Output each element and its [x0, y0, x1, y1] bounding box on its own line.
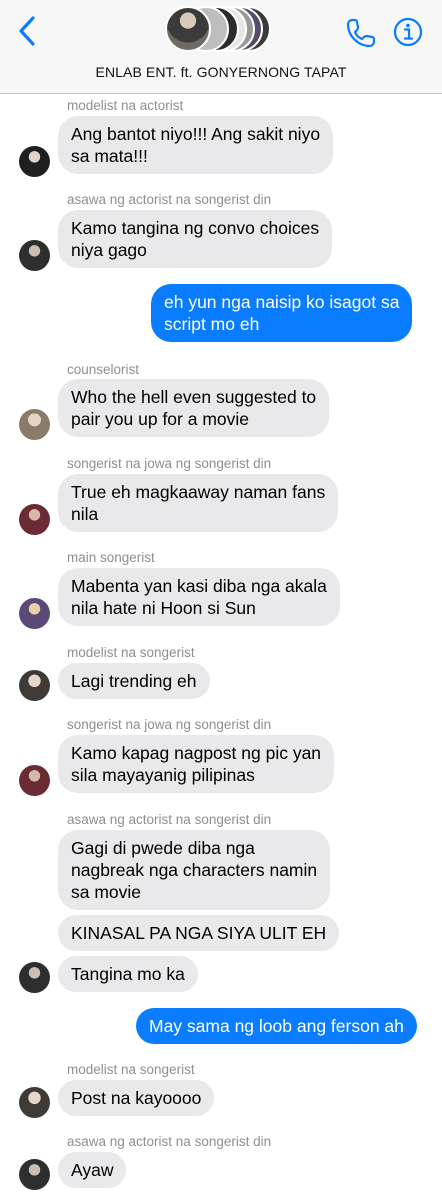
- group-avatar: [165, 6, 211, 52]
- sender-avatar[interactable]: [19, 670, 50, 701]
- incoming-message-bubble[interactable]: Who the hell even suggested to pair you …: [58, 379, 330, 437]
- sender-name: main songerist: [67, 550, 155, 565]
- sender-avatar[interactable]: [19, 962, 50, 993]
- group-avatar-stack[interactable]: [165, 6, 285, 54]
- sender-avatar[interactable]: [19, 765, 50, 796]
- sender-avatar[interactable]: [19, 1159, 50, 1190]
- incoming-message-bubble[interactable]: Ang bantot niyo!!! Ang sakit niyo sa mat…: [58, 116, 334, 174]
- outgoing-message-bubble[interactable]: May sama ng loob ang ferson ah: [136, 1008, 417, 1044]
- sender-avatar[interactable]: [19, 240, 50, 271]
- conversation-header: ENLAB ENT. ft. GONYERNONG TAPAT: [0, 0, 442, 94]
- sender-name: songerist na jowa ng songerist din: [67, 456, 272, 471]
- sender-avatar[interactable]: [19, 146, 50, 177]
- sender-avatar[interactable]: [19, 598, 50, 629]
- sender-name: modelist na songerist: [67, 1062, 195, 1077]
- sender-avatar[interactable]: [19, 504, 50, 535]
- phone-icon[interactable]: [344, 16, 378, 50]
- sender-name: asawa ng actorist na songerist din: [67, 192, 272, 207]
- incoming-message-bubble[interactable]: Kamo kapag nagpost ng pic yan sila mayay…: [58, 735, 335, 793]
- sender-name: asawa ng actorist na songerist din: [67, 812, 272, 827]
- sender-name: songerist na jowa ng songerist din: [67, 717, 272, 732]
- sender-name: counselorist: [67, 362, 140, 377]
- incoming-message-bubble[interactable]: Lagi trending eh: [58, 663, 210, 699]
- chevron-left-icon[interactable]: [14, 14, 40, 48]
- sender-name: asawa ng actorist na songerist din: [67, 1134, 272, 1149]
- sender-avatar[interactable]: [19, 1087, 50, 1118]
- sender-name: modelist na actorist: [67, 98, 184, 113]
- incoming-message-bubble[interactable]: Ayaw: [58, 1152, 127, 1188]
- incoming-message-bubble[interactable]: Mabenta yan kasi diba nga akala nila hat…: [58, 568, 340, 626]
- outgoing-message-bubble[interactable]: eh yun nga naisip ko isagot sa script mo…: [151, 284, 413, 342]
- message-list[interactable]: modelist na actorist Ang bantot niyo!!! …: [0, 94, 442, 1200]
- incoming-message-bubble[interactable]: Kamo tangina ng convo choices niya gago: [58, 210, 333, 268]
- incoming-message-bubble[interactable]: KINASAL PA NGA SIYA ULIT EH: [58, 915, 340, 951]
- sender-name: modelist na songerist: [67, 645, 195, 660]
- sender-avatar[interactable]: [19, 409, 50, 440]
- incoming-message-bubble[interactable]: True eh magkaaway naman fans nila: [58, 474, 339, 532]
- incoming-message-bubble[interactable]: Post na kayoooo: [58, 1080, 215, 1116]
- incoming-message-bubble[interactable]: Tangina mo ka: [58, 956, 198, 992]
- conversation-title[interactable]: ENLAB ENT. ft. GONYERNONG TAPAT: [0, 64, 442, 80]
- info-icon[interactable]: [393, 17, 423, 47]
- incoming-message-bubble[interactable]: Gagi di pwede diba nga nagbreak nga char…: [58, 830, 331, 910]
